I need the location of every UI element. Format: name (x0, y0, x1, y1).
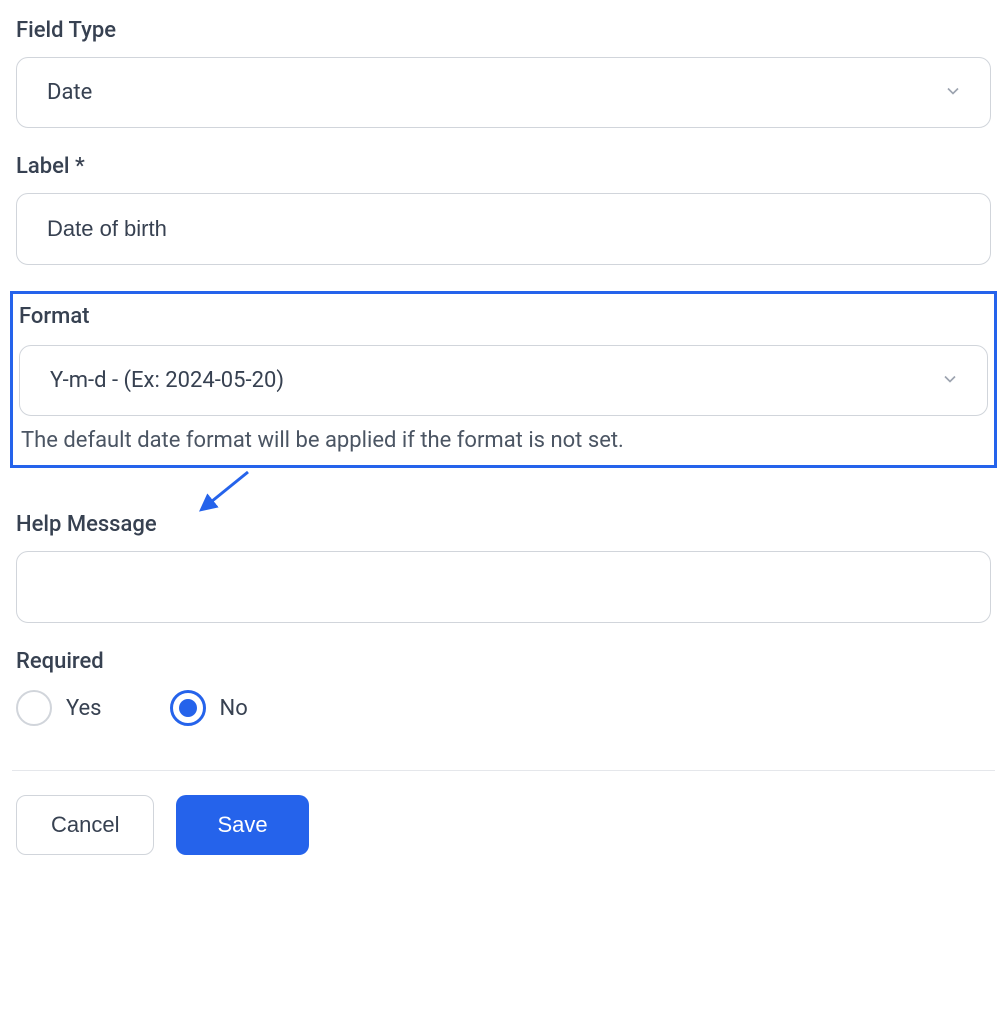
required-yes-label: Yes (66, 696, 102, 721)
format-helper-text: The default date format will be applied … (19, 428, 988, 453)
field-type-group: Field Type Date (12, 18, 995, 128)
format-select[interactable]: Y-m-d - (Ex: 2024-05-20) (19, 345, 988, 416)
help-message-label: Help Message (16, 512, 991, 537)
format-label: Format (19, 304, 988, 329)
divider (12, 770, 995, 771)
cancel-button[interactable]: Cancel (16, 795, 154, 855)
field-type-select-wrapper: Date (16, 57, 991, 128)
required-radio-group: Yes No (16, 690, 991, 726)
field-type-label: Field Type (16, 18, 991, 43)
required-label: Required (16, 649, 991, 674)
required-no-option[interactable]: No (170, 690, 248, 726)
label-field-label: Label * (16, 154, 991, 179)
format-select-wrapper: Y-m-d - (Ex: 2024-05-20) (19, 345, 988, 416)
radio-dot-icon (179, 699, 197, 717)
radio-icon (16, 690, 52, 726)
required-yes-option[interactable]: Yes (16, 690, 102, 726)
help-message-input[interactable] (16, 551, 991, 623)
required-group: Required Yes No (12, 649, 995, 726)
radio-selected-icon (170, 690, 206, 726)
label-group: Label * (12, 154, 995, 265)
format-group-highlighted: Format Y-m-d - (Ex: 2024-05-20) The defa… (10, 291, 997, 468)
required-no-label: No (220, 696, 248, 721)
save-button[interactable]: Save (176, 795, 308, 855)
button-row: Cancel Save (12, 795, 995, 855)
label-input[interactable] (16, 193, 991, 265)
help-message-group: Help Message (12, 512, 995, 623)
field-type-select[interactable]: Date (16, 57, 991, 128)
